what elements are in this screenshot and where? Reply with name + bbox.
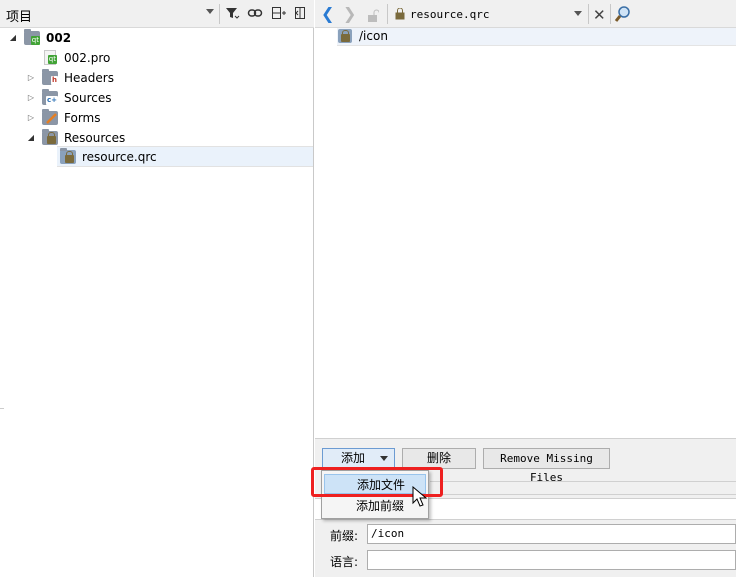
tree-item-label: Resources	[64, 131, 126, 145]
unlocked-icon[interactable]	[367, 9, 380, 22]
chevron-down-icon	[380, 456, 388, 461]
tree-item-002-pro[interactable]: qt 002.pro	[0, 48, 314, 68]
divider	[430, 481, 736, 482]
qrc-file-icon	[60, 148, 76, 164]
language-input[interactable]	[367, 550, 736, 570]
prefix-folder-icon	[338, 29, 352, 43]
chevron-down-icon[interactable]	[574, 11, 582, 16]
editor-toolbar: ❮ ❯ resource.qrc ✕	[315, 0, 736, 28]
tree-item-label: Sources	[64, 91, 112, 105]
expanded-arrow-icon[interactable]: ◢	[8, 28, 18, 48]
project-panel-header: 项目	[0, 0, 314, 28]
tree-item-resource-qrc[interactable]: resource.qrc	[0, 147, 314, 167]
divider	[430, 494, 736, 495]
headers-folder-icon: h	[42, 69, 58, 85]
expanded-arrow-icon[interactable]: ◢	[26, 128, 36, 148]
tree-item-002[interactable]: ◢ qt 002	[0, 28, 314, 48]
toolbar-separator	[610, 4, 611, 24]
back-arrow-icon[interactable]: ❮	[321, 4, 334, 23]
collapsed-arrow-icon[interactable]: ▷	[26, 88, 36, 108]
qrc-file-tab-icon	[395, 7, 405, 23]
tree-item-forms[interactable]: ▷ Forms	[0, 108, 314, 128]
tree-item-label: resource.qrc	[82, 150, 157, 164]
tree-item-label: Forms	[64, 111, 101, 125]
resources-folder-icon	[42, 129, 58, 145]
mouse-cursor-icon	[412, 485, 428, 508]
language-field-label: 语言:	[330, 555, 359, 569]
toolbar-separator	[387, 4, 388, 24]
open-file-name[interactable]: resource.qrc	[410, 8, 489, 21]
collapsed-arrow-icon[interactable]: ▷	[26, 68, 36, 88]
collapsed-arrow-icon[interactable]: ▷	[26, 108, 36, 128]
forms-folder-icon	[42, 109, 58, 125]
link-icon[interactable]	[246, 5, 264, 23]
split-icon[interactable]	[270, 5, 288, 23]
qt-project-folder-icon: qt	[24, 29, 40, 45]
search-icon[interactable]	[614, 5, 632, 26]
tree-item-label: 002	[46, 31, 72, 45]
project-panel-title: 项目	[6, 10, 33, 25]
prefix-field-label: 前缀:	[330, 529, 359, 543]
tree-item-resources[interactable]: ◢ Resources	[0, 128, 314, 148]
toolbar-separator	[588, 4, 589, 24]
filter-icon[interactable]	[223, 5, 241, 23]
menu-item-add-prefix[interactable]: 添加前缀	[324, 496, 426, 516]
tree-item-label: Headers	[64, 71, 114, 85]
tree-item-sources[interactable]: ▷ c+ Sources	[0, 88, 314, 108]
tree-item-label: 002.pro	[64, 51, 111, 65]
prefix-tree-row[interactable]: /icon	[337, 28, 736, 46]
divider	[0, 408, 4, 409]
forward-arrow-icon[interactable]: ❯	[343, 4, 356, 23]
delete-button[interactable]: 删除	[402, 448, 476, 469]
tree-item-headers[interactable]: ▷ h Headers	[0, 68, 314, 88]
close-sidebar-icon[interactable]	[291, 5, 309, 23]
remove-missing-files-button[interactable]: Remove Missing Files	[483, 448, 610, 484]
pro-file-icon: qt	[44, 50, 57, 65]
resource-editor	[315, 28, 736, 438]
chevron-down-icon[interactable]	[206, 9, 214, 14]
close-icon[interactable]: ✕	[593, 6, 606, 24]
prefix-input[interactable]: /icon	[367, 524, 736, 544]
add-button[interactable]: 添加	[322, 448, 395, 469]
sources-folder-icon: c+	[42, 89, 58, 105]
prefix-label: /icon	[359, 29, 388, 43]
add-button-label: 添加	[341, 451, 366, 465]
toolbar-separator	[219, 4, 220, 24]
